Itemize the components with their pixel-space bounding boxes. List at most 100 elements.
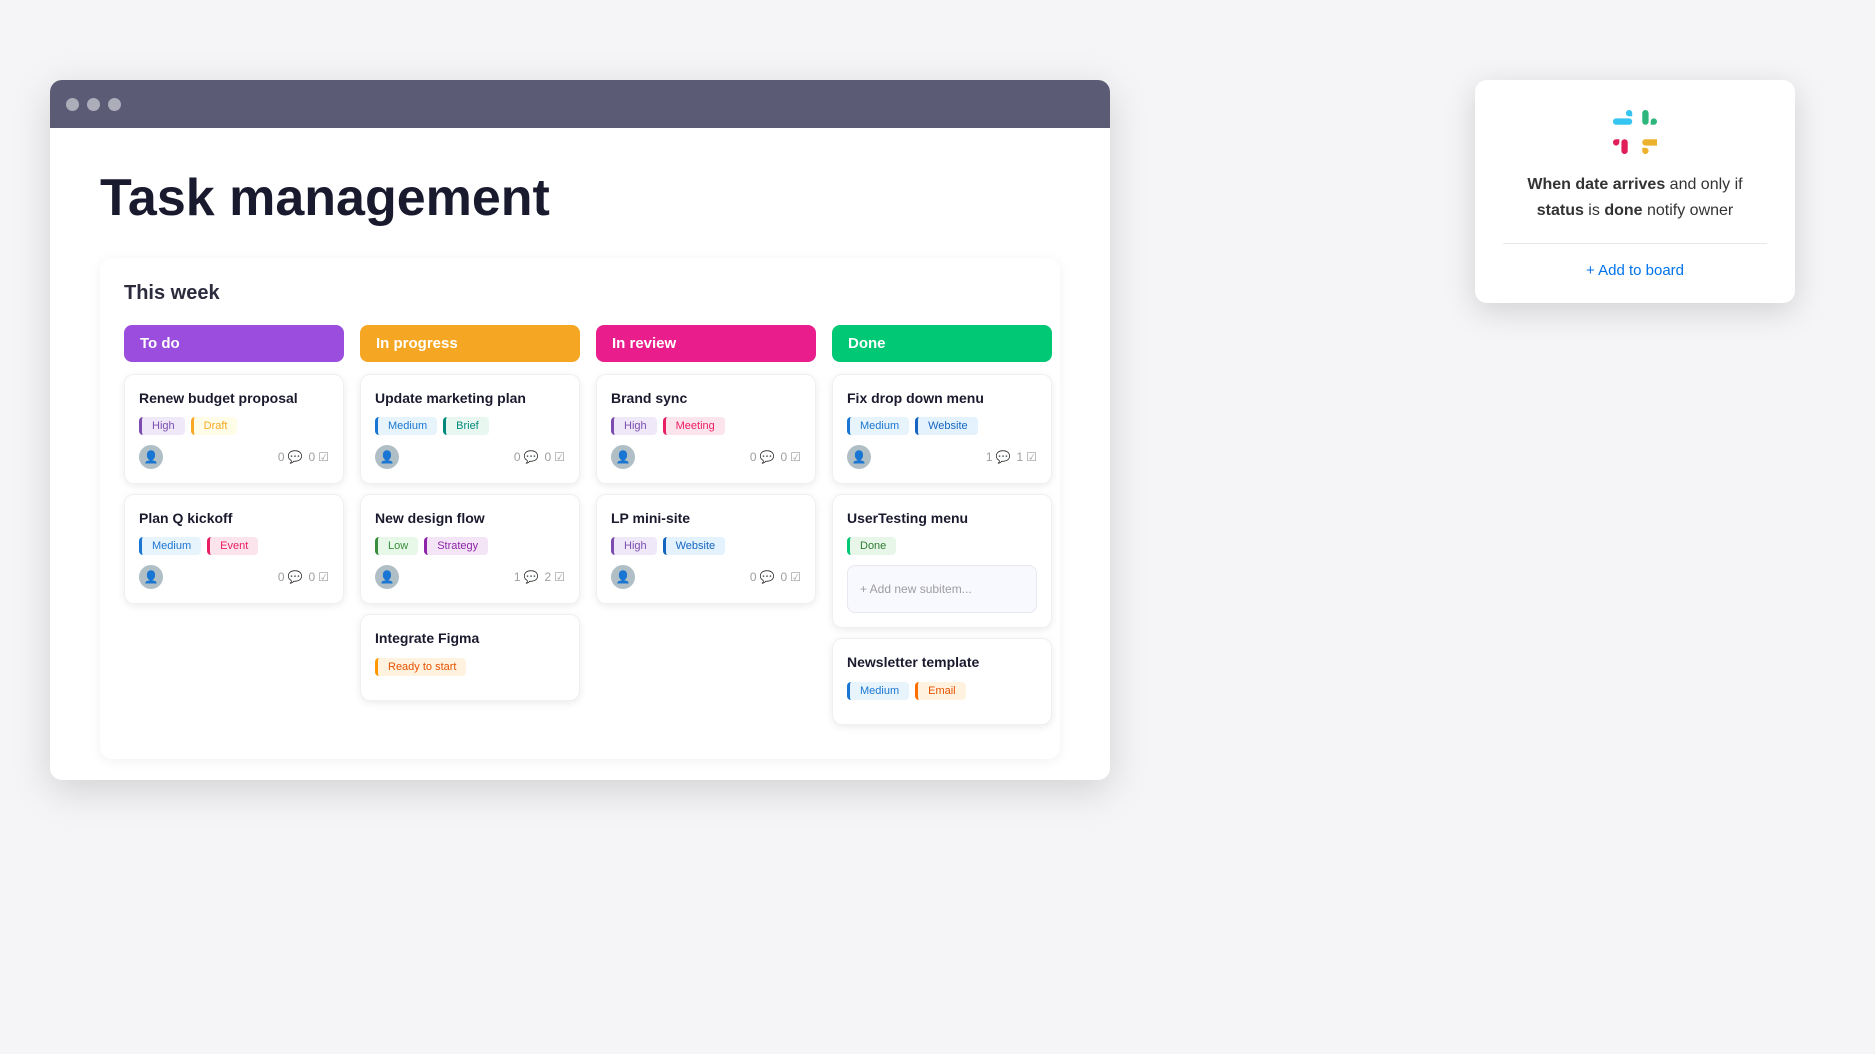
browser-dot-2	[87, 98, 100, 111]
card-brand-sync: Brand sync High Meeting 👤 0 💬	[596, 374, 816, 484]
tags-row: Low Strategy	[375, 537, 565, 555]
add-subitem[interactable]: + Add new subitem...	[860, 576, 1024, 602]
browser-dot-1	[66, 98, 79, 111]
column-header-todo: To do	[124, 325, 344, 362]
comment-count: 0 💬	[278, 450, 303, 464]
card-meta: 0 💬 0 ☑	[278, 570, 329, 584]
card-title: Update marketing plan	[375, 389, 565, 407]
tag-ready: Ready to start	[375, 658, 466, 676]
avatar: 👤	[139, 565, 163, 589]
card-update-marketing: Update marketing plan Medium Brief 👤 0 💬	[360, 374, 580, 484]
card-footer: 👤 0 💬 0 ☑	[139, 445, 329, 469]
avatar: 👤	[611, 565, 635, 589]
tags-row: High Website	[611, 537, 801, 555]
card-title: Newsletter template	[847, 653, 1037, 671]
tags-row: High Draft	[139, 417, 329, 435]
add-to-board-button[interactable]: + Add to board	[1503, 262, 1767, 279]
card-title: Brand sync	[611, 389, 801, 407]
browser-dot-3	[108, 98, 121, 111]
week-label: This week	[124, 282, 1036, 305]
card-new-design-flow: New design flow Low Strategy 👤 1 💬	[360, 494, 580, 604]
avatar: 👤	[375, 565, 399, 589]
column-todo: To do Renew budget proposal High Draft 👤	[124, 325, 344, 735]
card-fix-dropdown: Fix drop down menu Medium Website 👤 1 💬	[832, 374, 1052, 484]
browser-content: Task management This week To do Renew bu…	[50, 128, 1110, 780]
card-lp-mini-site: LP mini-site High Website 👤 0 💬	[596, 494, 816, 604]
card-title: UserTesting menu	[847, 509, 1037, 527]
card-footer: 👤 1 💬 2 ☑	[375, 565, 565, 589]
card-title: Fix drop down menu	[847, 389, 1037, 407]
card-meta: 0 💬 0 ☑	[278, 450, 329, 464]
column-header-inreview: In review	[596, 325, 816, 362]
avatar: 👤	[139, 445, 163, 469]
card-footer: 👤 0 💬 0 ☑	[375, 445, 565, 469]
browser-window: Task management This week To do Renew bu…	[50, 80, 1110, 780]
slack-logo	[1611, 108, 1659, 156]
tag-meeting: Meeting	[663, 417, 725, 435]
tag-medium: Medium	[139, 537, 201, 555]
avatar: 👤	[375, 445, 399, 469]
card-footer: 👤 0 💬 0 ☑	[611, 565, 801, 589]
avatar: 👤	[611, 445, 635, 469]
tag-high: High	[611, 417, 657, 435]
tag-low: Low	[375, 537, 418, 555]
card-title: New design flow	[375, 509, 565, 527]
card-footer: 👤 0 💬 0 ☑	[611, 445, 801, 469]
tag-website: Website	[915, 417, 978, 435]
card-meta: 1 💬 2 ☑	[514, 570, 565, 584]
tag-high: High	[139, 417, 185, 435]
tags-row: High Meeting	[611, 417, 801, 435]
column-done: Done Fix drop down menu Medium Website 👤	[832, 325, 1052, 735]
card-newsletter: Newsletter template Medium Email	[832, 638, 1052, 724]
tag-medium: Medium	[375, 417, 437, 435]
card-user-testing: UserTesting menu Done + Add new subitem.…	[832, 494, 1052, 628]
card-plan-q-kickoff: Plan Q kickoff Medium Event 👤 0 💬	[124, 494, 344, 604]
tag-email: Email	[915, 682, 966, 700]
slack-icon	[1613, 110, 1657, 154]
card-title: Plan Q kickoff	[139, 509, 329, 527]
tags-row: Medium Website	[847, 417, 1037, 435]
subitem-box: + Add new subitem...	[847, 565, 1037, 613]
card-footer: 👤 1 💬 1 ☑	[847, 445, 1037, 469]
tag-website: Website	[663, 537, 726, 555]
card-title: Renew budget proposal	[139, 389, 329, 407]
card-meta: 0 💬 0 ☑	[750, 450, 801, 464]
card-renew-budget: Renew budget proposal High Draft 👤 0 💬	[124, 374, 344, 484]
slack-divider	[1503, 243, 1767, 244]
tag-high: High	[611, 537, 657, 555]
slack-popup: When date arrives and only if status is …	[1475, 80, 1795, 303]
task-count: 0 ☑	[309, 570, 329, 584]
tags-row: Done	[847, 537, 1037, 555]
tag-brief: Brief	[443, 417, 489, 435]
tag-draft: Draft	[191, 417, 238, 435]
slack-notification-text: When date arrives and only if status is …	[1503, 172, 1767, 223]
browser-bar	[50, 80, 1110, 128]
tag-medium: Medium	[847, 417, 909, 435]
comment-count: 0 💬	[278, 570, 303, 584]
card-meta: 1 💬 1 ☑	[986, 450, 1037, 464]
tag-medium: Medium	[847, 682, 909, 700]
tag-strategy: Strategy	[424, 537, 488, 555]
column-inprogress: In progress Update marketing plan Medium…	[360, 325, 580, 735]
tag-event: Event	[207, 537, 258, 555]
card-title: LP mini-site	[611, 509, 801, 527]
columns-row: To do Renew budget proposal High Draft 👤	[124, 325, 1036, 735]
card-meta: 0 💬 0 ☑	[514, 450, 565, 464]
column-header-inprogress: In progress	[360, 325, 580, 362]
card-meta: 0 💬 0 ☑	[750, 570, 801, 584]
avatar: 👤	[847, 445, 871, 469]
card-integrate-figma: Integrate Figma Ready to start	[360, 614, 580, 700]
card-footer: 👤 0 💬 0 ☑	[139, 565, 329, 589]
tags-row: Medium Event	[139, 537, 329, 555]
board-container: This week To do Renew budget proposal Hi…	[100, 258, 1060, 759]
page-title: Task management	[100, 168, 1060, 228]
tags-row: Medium Email	[847, 682, 1037, 700]
page-wrapper: Task management This week To do Renew bu…	[0, 0, 1875, 1054]
column-inreview: In review Brand sync High Meeting 👤	[596, 325, 816, 735]
tags-row: Medium Brief	[375, 417, 565, 435]
tag-done: Done	[847, 537, 896, 555]
tags-row: Ready to start	[375, 658, 565, 676]
card-title: Integrate Figma	[375, 629, 565, 647]
task-count: 0 ☑	[309, 450, 329, 464]
column-header-done: Done	[832, 325, 1052, 362]
